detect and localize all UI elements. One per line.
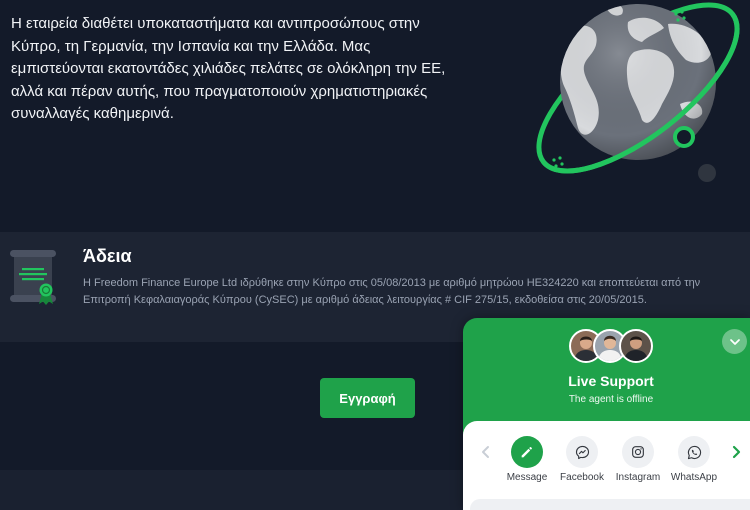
channel-label: WhatsApp [670, 472, 718, 483]
pencil-icon [511, 436, 543, 468]
chat-title: Live Support [568, 373, 654, 389]
channel-instagram[interactable]: Instagram [610, 436, 666, 486]
signup-button[interactable]: Εγγραφή [320, 378, 415, 418]
whatsapp-icon [678, 436, 710, 468]
channel-whatsapp[interactable]: WhatsApp [666, 436, 722, 486]
globe-illustration [536, 2, 740, 182]
chevron-right-icon[interactable] [730, 444, 742, 460]
decorative-dots [552, 156, 564, 168]
agent-status: The agent is offline [568, 394, 654, 405]
chat-channels-panel: Message Facebook Instagram WhatsApp [463, 421, 750, 510]
license-description: Η Freedom Finance Europe Ltd ιδρύθηκε στ… [83, 277, 701, 306]
agent-avatars [569, 329, 653, 363]
chat-start-bar[interactable] [470, 499, 750, 510]
certificate-icon [10, 250, 56, 305]
orbit-satellite [673, 126, 695, 148]
decorative-dark-dot [698, 164, 716, 182]
live-support-widget: Live Support The agent is offline Messag… [463, 318, 750, 510]
about-paragraph: Η εταιρεία διαθέτει υποκαταστήματα και α… [11, 15, 446, 123]
messenger-icon [566, 436, 598, 468]
chevron-down-icon [729, 338, 740, 345]
agent-avatar [619, 329, 653, 363]
channel-message[interactable]: Message [499, 436, 555, 486]
instagram-icon [622, 436, 654, 468]
collapse-chat-button[interactable] [722, 329, 747, 354]
channel-facebook[interactable]: Facebook [554, 436, 610, 486]
license-title: Άδεια [83, 246, 132, 266]
chevron-left-icon[interactable] [480, 444, 492, 460]
